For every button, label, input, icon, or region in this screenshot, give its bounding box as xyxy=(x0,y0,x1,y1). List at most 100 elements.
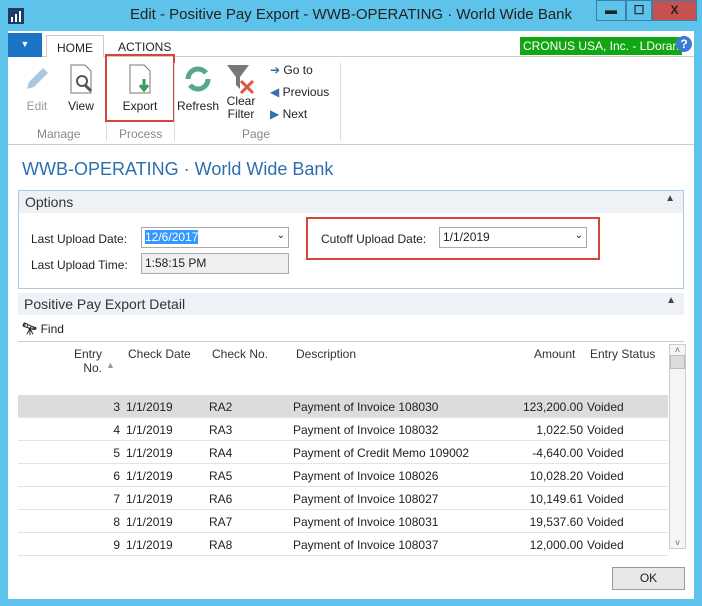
last-upload-time-field: 1:58:15 PM xyxy=(141,253,289,274)
description-cell: Payment of Credit Memo 109002 xyxy=(293,446,470,460)
last-upload-date-field[interactable]: 12/6/2017 ⌄ xyxy=(141,227,289,248)
pencil-icon xyxy=(27,68,48,89)
description-cell: Payment of Invoice 108031 xyxy=(293,515,439,529)
entry-no-cell: 8 xyxy=(113,515,120,529)
clear-filter-label: Clear Filter xyxy=(226,94,256,121)
maximize-button[interactable]: ☐ xyxy=(626,0,652,21)
binoculars-icon: 🔭︎ xyxy=(22,322,38,336)
table-row[interactable]: 8 1/1/2019 RA7 Payment of Invoice 108031 19,… xyxy=(18,510,668,533)
check-date-cell: 1/1/2019 xyxy=(126,469,173,483)
scroll-down-icon[interactable]: ˅ xyxy=(670,538,685,548)
export-label: Export xyxy=(122,99,158,113)
divider xyxy=(174,63,175,141)
cutoff-upload-date-label: Cutoff Upload Date: xyxy=(321,232,427,246)
options-header[interactable]: Options ▲ xyxy=(19,191,683,213)
entry-no-cell: 6 xyxy=(113,469,120,483)
divider xyxy=(340,63,341,141)
scroll-thumb[interactable] xyxy=(670,355,685,369)
ribbon: Edit View Export Refresh Clear Filter ➔ … xyxy=(8,54,694,145)
column-header-description[interactable]: Description xyxy=(296,347,356,361)
table-row[interactable]: 5 1/1/2019 RA4 Payment of Credit Memo 10900… xyxy=(18,441,668,464)
help-icon[interactable]: ? xyxy=(676,36,692,52)
group-page-label: Page xyxy=(242,127,271,141)
column-header-check-no[interactable]: Check No. xyxy=(212,347,268,361)
check-date-cell: 1/1/2019 xyxy=(126,423,173,437)
description-cell: Payment of Invoice 108037 xyxy=(293,538,439,552)
detail-grid: Entry No. ▲ Check Date Check No. Descrip… xyxy=(18,341,686,556)
entry-no-cell: 7 xyxy=(113,492,120,506)
entry-no-cell: 3 xyxy=(113,400,120,414)
page-title: WWB-OPERATING · World Wide Bank xyxy=(22,159,334,179)
entry-status-cell: Voided xyxy=(587,446,624,460)
options-title: Options xyxy=(25,194,74,210)
arrow-right-icon: ➔ xyxy=(270,63,281,77)
table-row[interactable]: 3 1/1/2019 RA2 Payment of Invoice 108030 123… xyxy=(18,395,668,418)
refresh-button[interactable]: Refresh xyxy=(177,63,219,113)
description-cell: Payment of Invoice 108027 xyxy=(293,492,439,506)
export-button[interactable]: Export xyxy=(118,63,162,113)
refresh-label: Refresh xyxy=(177,99,220,113)
next-label: Next xyxy=(282,107,308,121)
last-upload-date-label: Last Upload Date: xyxy=(31,232,128,246)
amount-cell: 10,028.20 xyxy=(529,469,583,483)
table-row[interactable]: 4 1/1/2019 RA3 Payment of Invoice 108032 1,0… xyxy=(18,418,668,441)
entry-status-cell: Voided xyxy=(587,469,624,483)
chevron-down-icon[interactable]: ⌄ xyxy=(575,230,583,241)
last-upload-date-value: 12/6/2017 xyxy=(145,230,199,244)
table-row[interactable]: 9 1/1/2019 RA8 Payment of Invoice 108037 12,… xyxy=(18,533,668,556)
description-cell: Payment of Invoice 108030 xyxy=(293,400,439,414)
vertical-scrollbar[interactable]: ˄ ˅ xyxy=(669,344,686,549)
column-header-entry-no[interactable]: Entry No. xyxy=(58,347,102,375)
previous-button[interactable]: ◀ Previous xyxy=(270,85,329,99)
application-menu-button[interactable]: ▼ xyxy=(8,33,42,57)
check-date-cell: 1/1/2019 xyxy=(126,400,173,414)
goto-label: Go to xyxy=(283,63,313,77)
detail-header[interactable]: Positive Pay Export Detail ▲ xyxy=(18,293,684,315)
window-client: ▼ HOME ACTIONS CRONUS USA, Inc. - LDoran… xyxy=(8,31,694,599)
collapse-icon[interactable]: ▲ xyxy=(666,295,676,306)
triangle-left-icon: ◀ xyxy=(270,85,280,99)
find-label: Find xyxy=(40,322,64,336)
amount-cell: 1,022.50 xyxy=(536,423,583,437)
description-cell: Payment of Invoice 108032 xyxy=(293,423,439,437)
check-no-cell: RA5 xyxy=(209,469,233,483)
column-header-check-date[interactable]: Check Date xyxy=(128,347,191,361)
scroll-up-icon[interactable]: ˄ xyxy=(670,345,685,355)
collapse-icon[interactable]: ▲ xyxy=(665,193,675,204)
options-section: Options ▲ Last Upload Date: 12/6/2017 ⌄ La… xyxy=(18,190,684,289)
check-date-cell: 1/1/2019 xyxy=(126,446,173,460)
check-no-cell: RA2 xyxy=(209,400,233,414)
ok-button[interactable]: OK xyxy=(612,567,685,590)
tab-home[interactable]: HOME xyxy=(46,35,104,58)
amount-cell: 12,000.00 xyxy=(529,538,583,552)
export-icon xyxy=(129,64,151,94)
check-no-cell: RA3 xyxy=(209,423,233,437)
amount-cell: 10,149.61 xyxy=(529,492,583,506)
find-button[interactable]: 🔭︎ Find xyxy=(22,322,64,336)
edit-button[interactable]: Edit xyxy=(20,63,54,113)
table-row[interactable]: 7 1/1/2019 RA6 Payment of Invoice 108027 10,… xyxy=(18,487,668,510)
check-no-cell: RA8 xyxy=(209,538,233,552)
clear-filter-button[interactable]: Clear Filter xyxy=(222,63,260,121)
table-row[interactable]: 6 1/1/2019 RA5 Payment of Invoice 108026 10,… xyxy=(18,464,668,487)
group-process-label: Process xyxy=(119,127,163,141)
column-header-amount[interactable]: Amount xyxy=(534,347,575,361)
goto-button[interactable]: ➔ Go to xyxy=(270,63,313,77)
company-badge[interactable]: CRONUS USA, Inc. - LDoran xyxy=(520,37,683,55)
clear-filter-icon xyxy=(227,65,255,95)
last-upload-time-label: Last Upload Time: xyxy=(31,258,128,272)
minimize-button[interactable]: ▬ xyxy=(596,0,626,21)
chevron-down-icon[interactable]: ⌄ xyxy=(277,230,285,241)
amount-cell: 19,537.60 xyxy=(529,515,583,529)
next-button[interactable]: ▶ Next xyxy=(270,107,307,121)
cutoff-upload-date-field[interactable]: 1/1/2019 ⌄ xyxy=(439,227,587,248)
check-no-cell: RA6 xyxy=(209,492,233,506)
detail-title: Positive Pay Export Detail xyxy=(24,296,186,312)
view-button[interactable]: View xyxy=(64,63,98,113)
column-header-entry-status[interactable]: Entry Status xyxy=(590,347,655,361)
check-no-cell: RA4 xyxy=(209,446,233,460)
entry-no-cell: 4 xyxy=(113,423,120,437)
close-button[interactable]: X xyxy=(652,0,697,21)
sort-ascending-icon: ▲ xyxy=(106,360,115,370)
entry-status-cell: Voided xyxy=(587,515,624,529)
